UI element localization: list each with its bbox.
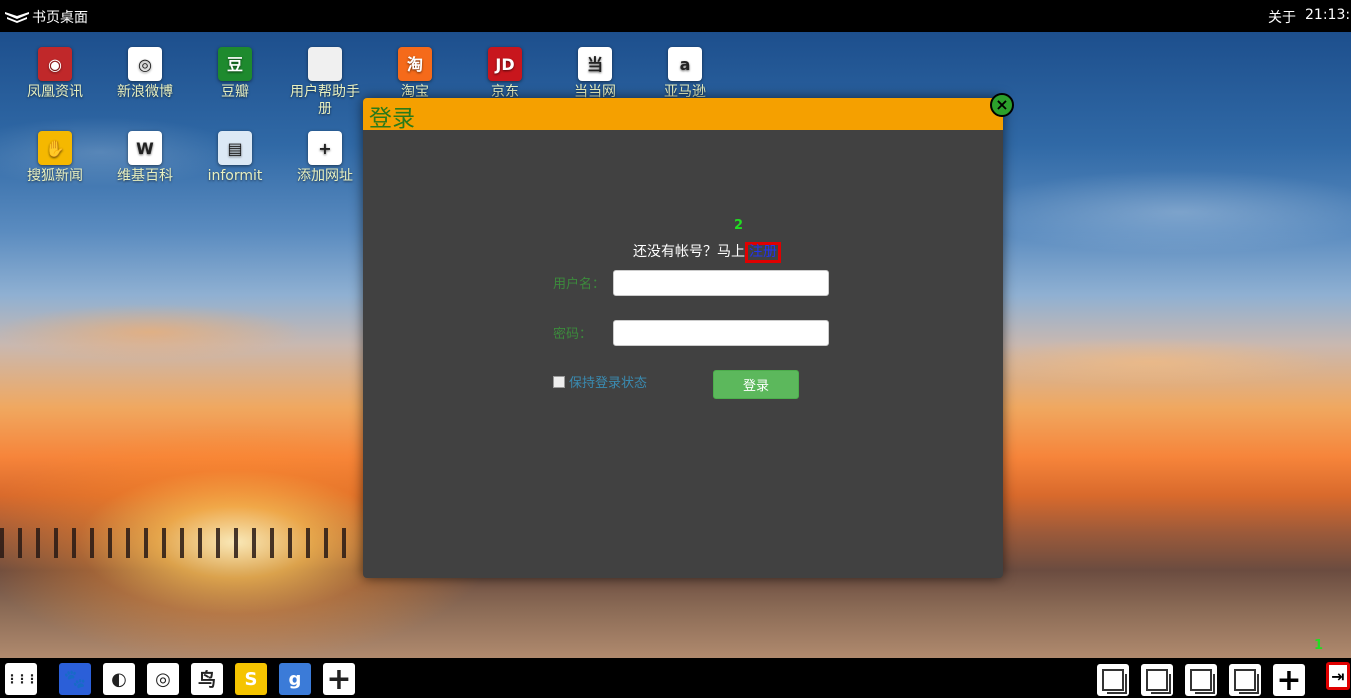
desktop-icon[interactable]: 豆豆瓣 <box>195 47 275 101</box>
dangdang-icon[interactable]: 当 <box>578 47 612 81</box>
wallpaper-pier <box>0 528 360 558</box>
desktop-icon[interactable]: ▤ informit <box>195 131 275 185</box>
window-button[interactable] <box>1097 664 1129 696</box>
ifeng-icon[interactable]: ◉ <box>38 47 72 81</box>
desktop-icon[interactable]: JD 京东 <box>465 47 545 101</box>
add-site-icon[interactable]: + <box>308 131 342 165</box>
desktop-icon-label[interactable]: 搜狐新闻 <box>15 168 95 185</box>
desktop-icon-label[interactable]: 豆瓣 <box>195 84 275 101</box>
weibo-icon[interactable]: ◎ <box>147 663 179 695</box>
remember-label[interactable]: 保持登录状态 <box>569 372 647 391</box>
sohu-icon[interactable]: ✋ <box>38 131 72 165</box>
clock: 21:13:0 <box>1305 7 1351 23</box>
desktop-icon-label[interactable]: 维基百科 <box>105 168 185 185</box>
remember-checkbox[interactable] <box>553 375 565 388</box>
taobao-icon[interactable]: 淘 <box>398 47 432 81</box>
apps-grid-icon[interactable]: ⋮⋮⋮ <box>5 663 38 695</box>
username-input[interactable] <box>613 270 829 296</box>
wikipedia-icon[interactable]: W <box>128 131 162 165</box>
desktop-icon[interactable]: 淘淘宝 <box>375 47 455 101</box>
desktop-icon[interactable]: ◉ 凤凰资讯 <box>15 47 95 101</box>
desktop-icon-label[interactable]: 新浪微博 <box>105 84 185 101</box>
app-title: 书页桌面 <box>32 10 88 26</box>
desktop-icon-label[interactable]: 用户帮助手册 <box>285 84 365 118</box>
password-label: 密码： <box>553 327 593 342</box>
desktop-icon-label[interactable]: 添加网址 <box>285 168 365 185</box>
desktop-icon-label[interactable]: informit <box>195 168 275 185</box>
douban-icon[interactable]: 豆 <box>218 47 252 81</box>
register-prompt: 还没有帐号？马上 注册 <box>633 241 781 263</box>
dialog-title: 登录 <box>369 106 415 132</box>
marker-label-2: 2 <box>734 218 744 233</box>
weibo-icon[interactable]: ◎ <box>128 47 162 81</box>
close-icon[interactable]: × <box>990 93 1014 117</box>
add-icon[interactable]: + <box>323 662 355 697</box>
window-button[interactable] <box>1229 664 1261 696</box>
jd-icon[interactable]: JD <box>488 47 522 81</box>
marker-label-1: 1 <box>1314 638 1324 653</box>
login-dialog: 登录 × 2 还没有帐号？马上 注册 用户名： 密码： 保持登录状态 登录 <box>363 93 1014 578</box>
dialog-header[interactable] <box>363 98 1003 130</box>
desktop-icon[interactable]: W 维基百科 <box>105 131 185 185</box>
informit-icon[interactable]: ▤ <box>218 131 252 165</box>
google-icon[interactable]: g <box>279 663 311 695</box>
desktop-icon[interactable]: 用户帮助手册 <box>285 47 365 118</box>
login-button[interactable]: 登录 <box>713 370 799 399</box>
taskbar: ⋮⋮⋮ 🐾 ◐ ◎ 鸟 Sg + + ⇥ <box>0 658 1351 698</box>
qq-browser-icon[interactable]: ◐ <box>103 663 135 695</box>
desktop-icon[interactable]: + 添加网址 <box>285 131 365 185</box>
top-bar: 书页桌面 关于 21:13:0 <box>0 0 1351 32</box>
window-button[interactable] <box>1141 664 1173 696</box>
baidu-icon[interactable]: 🐾 <box>59 663 91 695</box>
dangdang-icon[interactable]: 鸟 <box>191 663 223 695</box>
desktop-icon[interactable]: 当当当网 <box>555 47 635 101</box>
desktop-icon-label[interactable]: 凤凰资讯 <box>15 84 95 101</box>
username-label: 用户名： <box>553 277 606 292</box>
desktop-icon[interactable]: ◎ 新浪微博 <box>105 47 185 101</box>
taskbar-add-icon[interactable]: + <box>1273 663 1305 698</box>
logout-icon[interactable]: ⇥ <box>1326 662 1350 690</box>
register-link[interactable]: 注册 <box>745 242 781 263</box>
book-logo-icon[interactable] <box>4 8 30 24</box>
window-button[interactable] <box>1185 664 1217 696</box>
password-input[interactable] <box>613 320 829 346</box>
register-prompt-text: 还没有帐号？马上 <box>633 244 745 260</box>
amazon-icon[interactable]: a <box>668 47 702 81</box>
sogou-icon[interactable]: S <box>235 663 267 695</box>
desktop-icon[interactable]: a 亚马逊 <box>645 47 725 101</box>
broken-image-icon[interactable] <box>308 47 342 81</box>
remember-me[interactable]: 保持登录状态 <box>553 372 647 391</box>
about-link[interactable]: 关于 <box>1268 7 1296 27</box>
desktop-icon[interactable]: ✋ 搜狐新闻 <box>15 131 95 185</box>
